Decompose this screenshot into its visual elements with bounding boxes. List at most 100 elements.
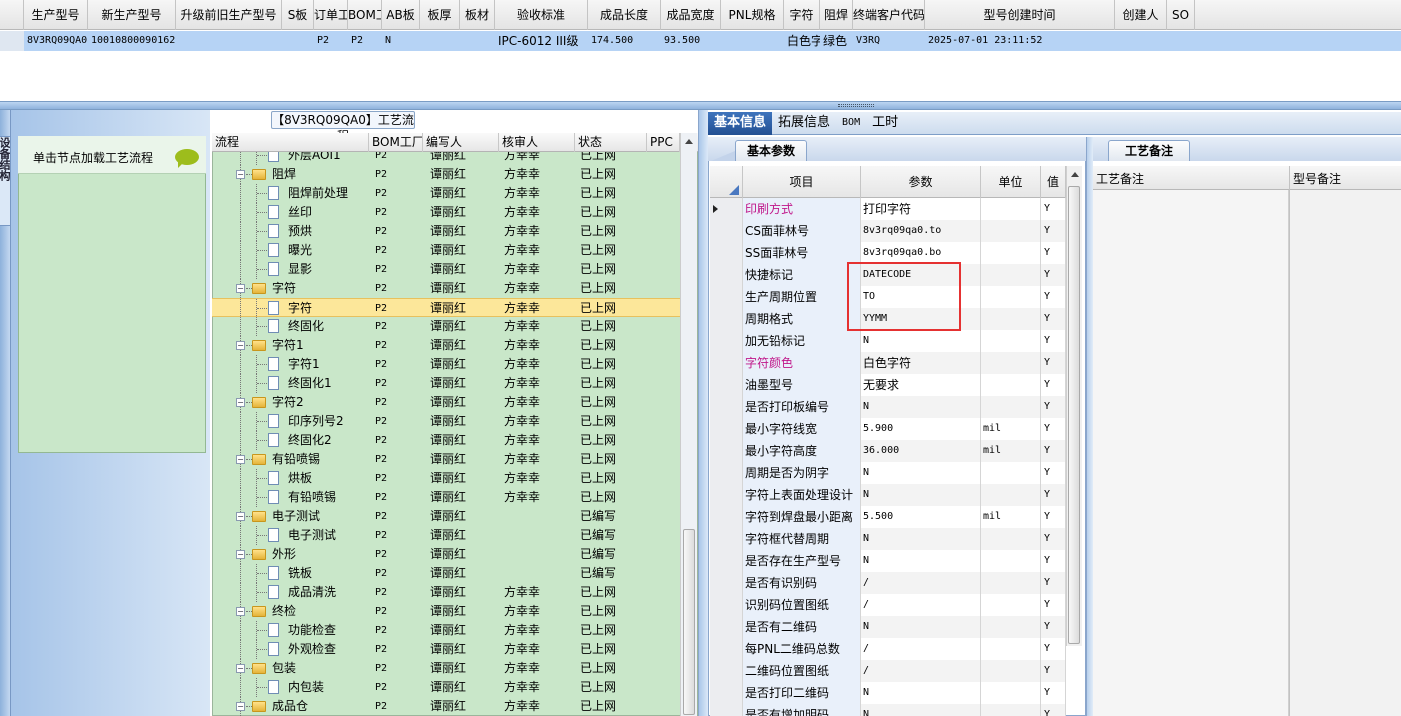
tree-row[interactable]: 成品清洗 P2 谭丽红 方幸幸 已上网 bbox=[212, 583, 680, 602]
param-value[interactable]: / bbox=[861, 660, 981, 682]
row-indicator[interactable] bbox=[710, 506, 743, 528]
tree-row[interactable]: − 阻焊 P2 谭丽红 方幸幸 已上网 bbox=[212, 165, 680, 184]
params-col-header[interactable]: 参数 bbox=[861, 166, 981, 198]
order-grid-row[interactable]: 8V3RQ09QA0 10010800090162 P2 P2 N IPC-6012 II… bbox=[0, 31, 1401, 51]
params-col-header[interactable]: 值 bbox=[1041, 166, 1066, 198]
cell[interactable] bbox=[1115, 31, 1167, 51]
collapse-toggle-icon[interactable]: − bbox=[236, 550, 245, 559]
param-row[interactable]: 字符到焊盘最小距离 5.500 mil Y bbox=[710, 506, 1066, 528]
param-value[interactable]: N bbox=[861, 462, 981, 484]
tree-row[interactable]: 阻焊前处理 P2 谭丽红 方幸幸 已上网 bbox=[212, 184, 680, 203]
param-row[interactable]: SS面菲林号 8v3rq09qa0.bo Y bbox=[710, 242, 1066, 264]
row-indicator[interactable] bbox=[710, 682, 743, 704]
cell[interactable]: 白色字符 bbox=[784, 31, 820, 51]
col-header[interactable]: 成品长度 bbox=[588, 0, 661, 30]
param-value[interactable]: N bbox=[861, 330, 981, 352]
col-header[interactable]: 订单工厂 bbox=[314, 0, 348, 30]
row-indicator[interactable] bbox=[710, 308, 743, 330]
param-row[interactable]: 字符颜色 白色字符 Y bbox=[710, 352, 1066, 374]
col-header[interactable]: 生产型号 bbox=[24, 0, 88, 30]
process-notes-body[interactable] bbox=[1093, 190, 1401, 716]
collapse-toggle-icon[interactable]: − bbox=[236, 512, 245, 521]
row-indicator[interactable] bbox=[710, 484, 743, 506]
tree-row[interactable]: 显影 P2 谭丽红 方幸幸 已上网 bbox=[212, 260, 680, 279]
scroll-up-arrow-icon[interactable] bbox=[685, 139, 693, 144]
notes-textarea[interactable] bbox=[1093, 190, 1289, 716]
collapse-toggle-icon[interactable]: − bbox=[236, 284, 245, 293]
param-row[interactable]: 油墨型号 无要求 Y bbox=[710, 374, 1066, 396]
row-indicator[interactable] bbox=[710, 396, 743, 418]
tree-row[interactable]: 外层AOI1 P2 谭丽红 方幸幸 已上网 bbox=[212, 152, 680, 165]
row-indicator[interactable] bbox=[710, 330, 743, 352]
col-header[interactable]: 板厚 bbox=[420, 0, 460, 30]
tree-col-header[interactable]: BOM工厂 bbox=[369, 133, 423, 152]
col-header[interactable]: 创建人 bbox=[1115, 0, 1167, 30]
tree-row[interactable]: − 外形 P2 谭丽红 已编写 bbox=[212, 545, 680, 564]
col-header[interactable]: SO bbox=[1167, 0, 1195, 30]
collapse-toggle-icon[interactable]: − bbox=[236, 455, 245, 464]
col-header[interactable]: 成品宽度 bbox=[661, 0, 721, 30]
tree-col-header[interactable]: 状态 bbox=[575, 133, 647, 152]
tab-basic-info[interactable]: 基本信息 bbox=[708, 112, 773, 135]
col-header[interactable]: 型号创建时间 bbox=[925, 0, 1115, 30]
tree-row[interactable]: 终固化 P2 谭丽红 方幸幸 已上网 bbox=[212, 317, 680, 336]
param-value[interactable]: 36.000 bbox=[861, 440, 981, 462]
param-row[interactable]: 是否打印板编号 N Y bbox=[710, 396, 1066, 418]
scroll-thumb[interactable] bbox=[683, 529, 695, 715]
collapse-toggle-icon[interactable]: − bbox=[236, 607, 245, 616]
param-value[interactable]: 白色字符 bbox=[861, 352, 981, 374]
tree-row[interactable]: − 字符 P2 谭丽红 方幸幸 已上网 bbox=[212, 279, 680, 298]
param-value[interactable]: N bbox=[861, 704, 981, 716]
tree-row[interactable]: 字符1 P2 谭丽红 方幸幸 已上网 bbox=[212, 355, 680, 374]
col-header[interactable]: 新生产型号 bbox=[88, 0, 176, 30]
row-indicator[interactable] bbox=[710, 220, 743, 242]
tree-row[interactable]: 终固化1 P2 谭丽红 方幸幸 已上网 bbox=[212, 374, 680, 393]
param-value[interactable]: N bbox=[861, 682, 981, 704]
param-value[interactable]: 8v3rq09qa0.to bbox=[861, 220, 981, 242]
tree-row[interactable]: 电子测试 P2 谭丽红 已编写 bbox=[212, 526, 680, 545]
row-indicator[interactable] bbox=[710, 418, 743, 440]
tree-row[interactable]: 外观检查 P2 谭丽红 方幸幸 已上网 bbox=[212, 640, 680, 659]
row-indicator[interactable] bbox=[710, 462, 743, 484]
param-row[interactable]: 是否有增加明码 N Y bbox=[710, 704, 1066, 716]
collapse-toggle-icon[interactable]: − bbox=[236, 170, 245, 179]
tree-row[interactable]: 印序列号2 P2 谭丽红 方幸幸 已上网 bbox=[212, 412, 680, 431]
param-value[interactable]: N bbox=[861, 484, 981, 506]
tab-basic-params[interactable]: 基本参数 bbox=[735, 140, 807, 161]
cell[interactable]: P2 bbox=[314, 31, 348, 51]
col-header[interactable]: 字符 bbox=[784, 0, 820, 30]
tree-row[interactable]: − 字符1 P2 谭丽红 方幸幸 已上网 bbox=[212, 336, 680, 355]
tree-row[interactable]: − 成品仓 P2 谭丽红 方幸幸 已上网 bbox=[212, 697, 680, 716]
param-row[interactable]: 加无铅标记 N Y bbox=[710, 330, 1066, 352]
cell[interactable] bbox=[282, 31, 314, 51]
col-header[interactable]: PNL规格 bbox=[721, 0, 784, 30]
tab-process-notes[interactable]: 工艺备注 bbox=[1108, 140, 1190, 161]
col-header[interactable]: 板材 bbox=[460, 0, 495, 30]
param-value[interactable]: N bbox=[861, 550, 981, 572]
tab-extended-info[interactable]: 拓展信息 bbox=[772, 112, 836, 135]
row-indicator[interactable] bbox=[710, 638, 743, 660]
cell[interactable] bbox=[1167, 31, 1195, 51]
params-col-header[interactable]: 单位 bbox=[981, 166, 1041, 198]
params-col-header[interactable]: 项目 bbox=[743, 166, 861, 198]
param-row[interactable]: CS面菲林号 8v3rq09qa0.to Y bbox=[710, 220, 1066, 242]
row-indicator[interactable] bbox=[710, 440, 743, 462]
param-row[interactable]: 印刷方式 打印字符 Y bbox=[710, 198, 1066, 220]
collapse-toggle-icon[interactable]: − bbox=[236, 702, 245, 711]
param-value[interactable]: 8v3rq09qa0.bo bbox=[861, 242, 981, 264]
tree-row[interactable]: − 包装 P2 谭丽红 方幸幸 已上网 bbox=[212, 659, 680, 678]
tree-row[interactable]: 内包装 P2 谭丽红 方幸幸 已上网 bbox=[212, 678, 680, 697]
param-row[interactable]: 字符上表面处理设计 N Y bbox=[710, 484, 1066, 506]
param-value[interactable]: / bbox=[861, 572, 981, 594]
col-header[interactable]: 验收标准 bbox=[495, 0, 588, 30]
col-header[interactable]: S板 bbox=[282, 0, 314, 30]
row-indicator[interactable] bbox=[710, 550, 743, 572]
params-scroll-thumb[interactable] bbox=[1068, 186, 1080, 644]
collapse-toggle-icon[interactable]: − bbox=[236, 341, 245, 350]
tree-row[interactable]: − 字符2 P2 谭丽红 方幸幸 已上网 bbox=[212, 393, 680, 412]
tree-row[interactable]: 曝光 P2 谭丽红 方幸幸 已上网 bbox=[212, 241, 680, 260]
row-indicator[interactable] bbox=[710, 704, 743, 716]
col-header[interactable]: 升级前旧生产型号 bbox=[176, 0, 282, 30]
param-row[interactable]: 识别码位置图纸 / Y bbox=[710, 594, 1066, 616]
cell[interactable]: P2 bbox=[348, 31, 382, 51]
